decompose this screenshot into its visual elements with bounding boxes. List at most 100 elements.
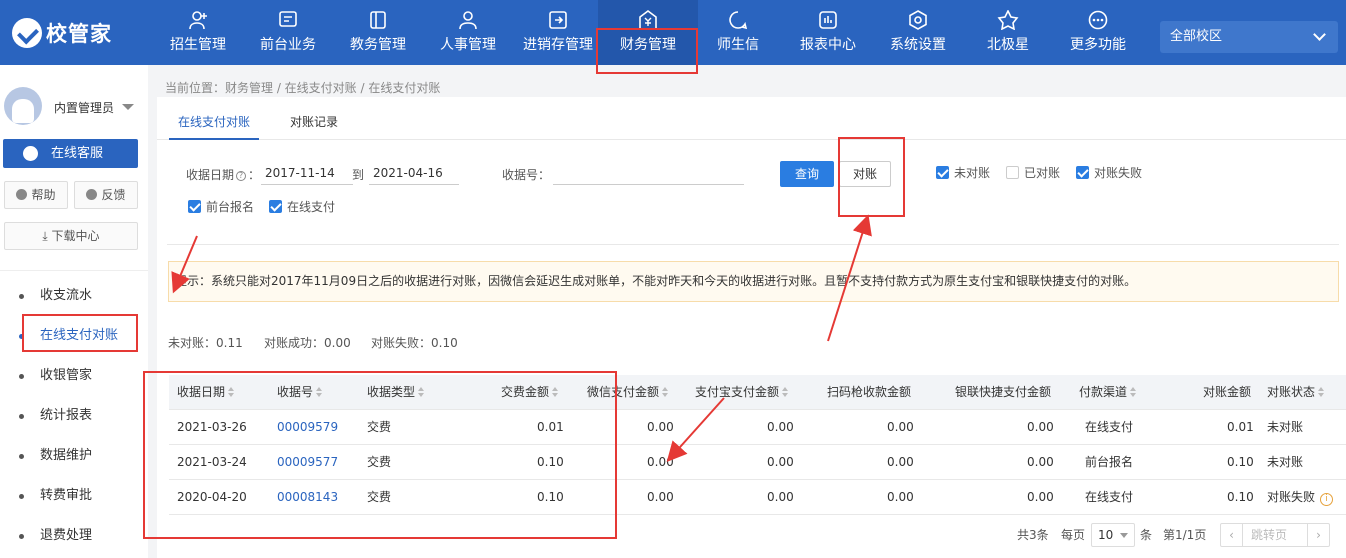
- person-icon: [457, 10, 479, 30]
- help-icon: [16, 189, 28, 200]
- checkbox-unreconciled[interactable]: 未对账: [936, 166, 990, 180]
- online-service-button[interactable]: 在线客服: [3, 139, 138, 168]
- sidebar-item-cashier[interactable]: 收银管家: [0, 356, 148, 396]
- sidebar-item-refund[interactable]: 退费处理: [0, 516, 148, 556]
- book-icon: [367, 10, 389, 30]
- annotation-box-sidebar-item: [22, 314, 138, 352]
- sidebar: 内置管理员 在线客服 帮助 反馈 ⤓ 下载中心 收支流水 在线支付对账 收银管家…: [0, 65, 148, 558]
- tab-online-payment-reconcile[interactable]: 在线支付对账: [178, 113, 250, 130]
- logo-mark-icon: [12, 18, 42, 48]
- sidebar-item-transfer-approval[interactable]: 转费审批: [0, 476, 148, 516]
- nav-messages[interactable]: 师生信: [702, 0, 774, 65]
- pagination-unit: 条: [1140, 528, 1153, 542]
- sort-icon: [662, 387, 669, 397]
- receipt-number-input[interactable]: [553, 161, 744, 185]
- col-alipay-amount[interactable]: 支付宝支付金额: [695, 375, 789, 410]
- desk-icon: [277, 10, 299, 30]
- cell-status: 未对账: [1267, 420, 1304, 434]
- feedback-button[interactable]: 反馈: [74, 181, 138, 209]
- finance-icon: [637, 10, 659, 30]
- pagination-total: 共3条: [1017, 528, 1049, 542]
- app-logo[interactable]: 校管家: [12, 18, 112, 48]
- sidebar-item-cash-flow[interactable]: 收支流水: [0, 276, 148, 316]
- nav-inventory[interactable]: 进销存管理: [516, 0, 600, 65]
- info-warning-icon[interactable]: i: [1320, 493, 1334, 506]
- nav-more[interactable]: 更多功能: [1062, 0, 1134, 65]
- nav-front-desk[interactable]: 前台业务: [252, 0, 324, 65]
- sort-icon: [1318, 387, 1325, 397]
- cell-alipay-amount: 0.00: [767, 490, 794, 504]
- date-to-input[interactable]: 2021-04-16: [369, 161, 459, 185]
- pagination-per-page-label: 每页: [1061, 528, 1086, 542]
- cell-alipay-amount: 0.00: [767, 420, 794, 434]
- col-scanner-amount: 扫码枪收款金额: [827, 385, 912, 399]
- cell-scanner-amount: 0.00: [887, 455, 914, 469]
- help-icon[interactable]: ?: [236, 171, 247, 181]
- page-size-select[interactable]: 10: [1091, 523, 1135, 547]
- cell-channel: 在线支付: [1085, 420, 1134, 434]
- annotation-box-reconcile: [838, 137, 905, 217]
- query-button[interactable]: 查询: [780, 161, 834, 187]
- checkbox-reconciled[interactable]: 已对账: [1006, 166, 1060, 180]
- user-name[interactable]: 内置管理员: [54, 99, 114, 116]
- annotation-box-finance: [596, 28, 698, 74]
- cell-unionpay-amount: 0.00: [1027, 420, 1054, 434]
- col-reconcile-status[interactable]: 对账状态: [1267, 375, 1325, 410]
- cell-channel: 在线支付: [1085, 490, 1134, 504]
- campus-select[interactable]: 全部校区: [1160, 21, 1338, 53]
- nav-academic[interactable]: 教务管理: [342, 0, 414, 65]
- feedback-icon: [86, 189, 98, 200]
- checkbox-online-payment[interactable]: 在线支付: [269, 200, 335, 214]
- sort-icon: [782, 387, 789, 397]
- cell-reconcile-amount: 0.10: [1227, 490, 1254, 504]
- nav-polaris[interactable]: 北极星: [972, 0, 1044, 65]
- cell-wechat-amount: 0.00: [647, 455, 674, 469]
- download-center-button[interactable]: ⤓ 下载中心: [4, 222, 138, 250]
- receipt-date-label: 收据日期?：: [186, 168, 261, 182]
- sidebar-item-data-maintenance[interactable]: 数据维护: [0, 436, 148, 476]
- breadcrumb: 当前位置：财务管理 / 在线支付对账 / 在线支付对账: [165, 81, 441, 95]
- inventory-icon: [547, 10, 569, 30]
- checkbox-front-desk-enroll[interactable]: 前台报名: [188, 200, 254, 214]
- star-icon: [997, 9, 1019, 31]
- page-jump-group: ‹ 跳转页 ›: [1220, 523, 1330, 547]
- chevron-down-icon: [1313, 28, 1326, 41]
- caret-down-icon[interactable]: [122, 104, 134, 110]
- nav-enrollment[interactable]: 招生管理: [162, 0, 234, 65]
- annotation-box-table: [143, 371, 617, 539]
- tab-reconcile-records[interactable]: 对账记录: [290, 113, 338, 130]
- summary-unreconciled: 未对账：0.11: [168, 336, 243, 350]
- avatar[interactable]: [4, 87, 42, 125]
- col-unionpay-amount: 银联快捷支付金额: [955, 385, 1052, 399]
- message-icon: [727, 10, 749, 30]
- tip-banner: 提示：系统只能对2017年11月09日之后的收据进行对账，因微信会延迟生成对账单…: [168, 261, 1339, 302]
- next-page-button[interactable]: ›: [1307, 524, 1329, 546]
- date-from-input[interactable]: 2017-11-14: [261, 161, 353, 185]
- prev-page-button[interactable]: ‹: [1221, 524, 1243, 546]
- sort-icon: [1130, 387, 1137, 397]
- summary-success: 对账成功：0.00: [264, 336, 351, 350]
- col-payment-channel[interactable]: 付款渠道: [1079, 375, 1137, 410]
- help-button[interactable]: 帮助: [4, 181, 68, 209]
- cell-unionpay-amount: 0.00: [1027, 490, 1054, 504]
- download-icon: ⤓: [42, 229, 52, 243]
- sidebar-item-statistics[interactable]: 统计报表: [0, 396, 148, 436]
- chart-icon: [817, 10, 839, 30]
- nav-hr[interactable]: 人事管理: [432, 0, 504, 65]
- nav-reports[interactable]: 报表中心: [792, 0, 864, 65]
- cell-alipay-amount: 0.00: [767, 455, 794, 469]
- cell-wechat-amount: 0.00: [647, 420, 674, 434]
- jump-page-input[interactable]: 跳转页: [1251, 524, 1287, 546]
- active-tab-indicator: [169, 138, 259, 140]
- pagination-page: 第1/1页: [1163, 528, 1207, 542]
- checkbox-reconcile-failed[interactable]: 对账失败: [1076, 166, 1142, 180]
- campus-select-value: 全部校区: [1170, 29, 1223, 44]
- user-plus-icon: [187, 10, 209, 30]
- more-icon: [1087, 10, 1109, 30]
- cell-status: 未对账: [1267, 455, 1304, 469]
- nav-settings[interactable]: 系统设置: [882, 0, 954, 65]
- divider: [0, 270, 148, 271]
- settings-icon: [907, 10, 929, 30]
- divider: [167, 244, 1339, 245]
- cell-wechat-amount: 0.00: [647, 490, 674, 504]
